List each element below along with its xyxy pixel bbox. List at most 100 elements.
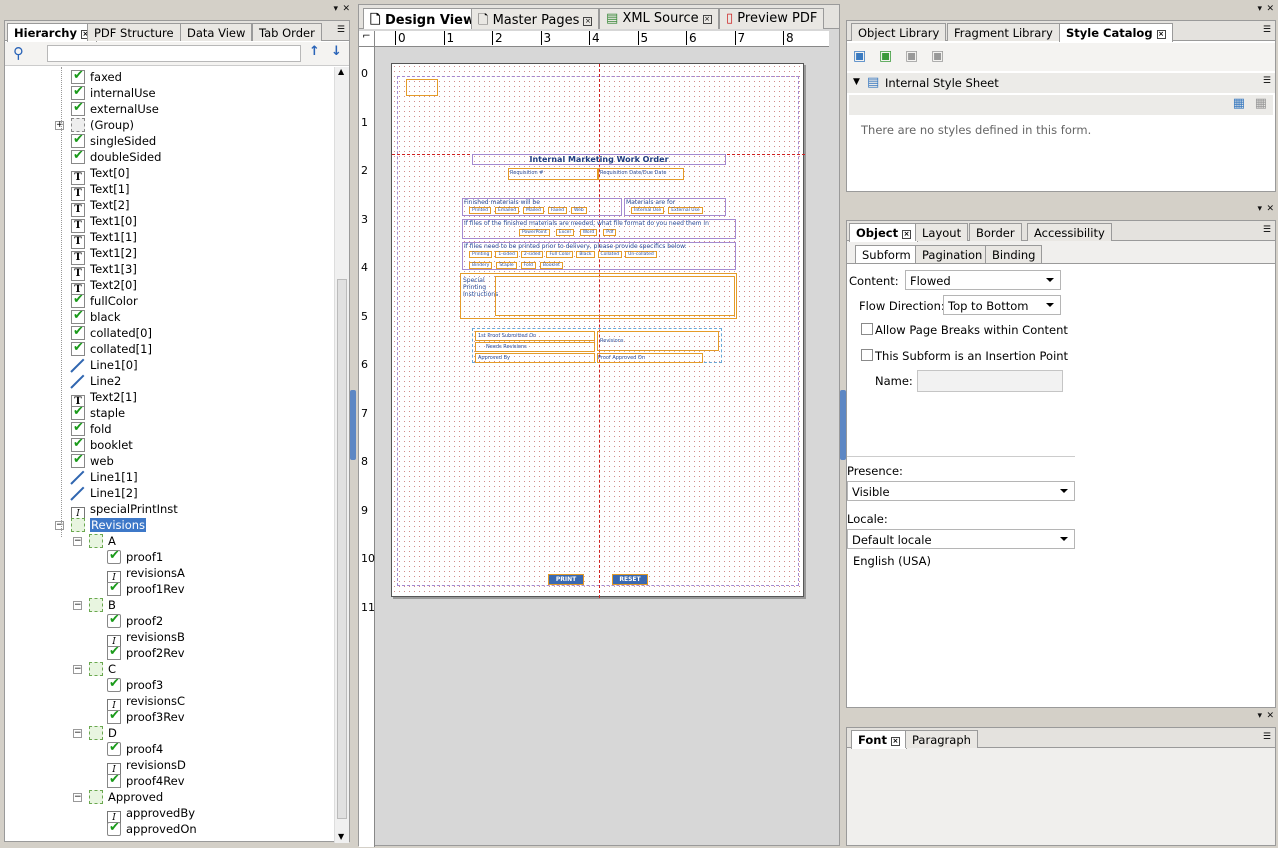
form-checkbox-option[interactable]: Faxed: [547, 207, 567, 214]
tree-item[interactable]: proof1: [107, 548, 163, 565]
tree-item[interactable]: T Text[0]: [71, 165, 130, 185]
logo-box[interactable]: [406, 79, 438, 96]
close-icon[interactable]: ×: [583, 17, 593, 26]
search-icon[interactable]: ⚲: [13, 44, 24, 62]
revisions-group[interactable]: 1st Proof Submitted On Needs Revisions R…: [472, 328, 722, 363]
tab-paragraph[interactable]: Paragraph: [905, 730, 978, 748]
tree-item[interactable]: T Text1[3]: [71, 261, 137, 281]
tab-data-view[interactable]: Data View: [180, 23, 253, 41]
tree-item[interactable]: Approved: [89, 789, 163, 805]
tab-tab-order[interactable]: Tab Order: [252, 23, 322, 41]
form-checkbox-option[interactable]: Internal Use: [631, 207, 665, 214]
tree-item[interactable]: staple: [71, 404, 125, 421]
special-instructions-group[interactable]: Special Printing Instructions: [460, 273, 737, 319]
tab-menu-icon[interactable]: ☰: [337, 25, 345, 35]
tree-item[interactable]: proof4Rev: [107, 772, 185, 789]
move-up-icon[interactable]: ↑: [309, 44, 320, 59]
tree-item[interactable]: externalUse: [71, 100, 159, 117]
collapse-toggle-icon[interactable]: −: [73, 537, 82, 546]
tab-layout[interactable]: Layout: [915, 223, 969, 241]
collapse-toggle-icon[interactable]: −: [73, 729, 82, 738]
tab-hierarchy[interactable]: Hierarchy ×: [7, 23, 97, 42]
collapse-toggle-icon[interactable]: −: [73, 665, 82, 674]
tab-menu-icon[interactable]: ☰: [1263, 732, 1271, 742]
form-checkbox-option[interactable]: PowerPoint: [519, 229, 550, 236]
close-icon[interactable]: ×: [1156, 30, 1166, 39]
tree-item[interactable]: B: [89, 597, 116, 613]
proof-approved-field[interactable]: Proof Approved On: [597, 353, 703, 363]
tree-item[interactable]: doubleSided: [71, 148, 161, 165]
tree-item[interactable]: IrevisionsA: [107, 565, 185, 585]
presence-dropdown[interactable]: Visible: [847, 481, 1075, 501]
tree-item[interactable]: Revisions: [71, 517, 147, 533]
form-checkbox-option[interactable]: Black: [576, 251, 595, 258]
stylesheet-header[interactable]: ▼ ▤ Internal Style Sheet ☰: [847, 73, 1275, 93]
flow-direction-dropdown[interactable]: Top to Bottom: [943, 295, 1061, 315]
collapse-toggle-icon[interactable]: +: [55, 121, 64, 130]
tree-item[interactable]: C: [89, 661, 116, 677]
add-stylesheet-icon[interactable]: ▣: [879, 48, 892, 64]
close-icon[interactable]: ×: [902, 230, 912, 239]
tree-item[interactable]: IrevisionsB: [107, 629, 185, 649]
form-checkbox-option[interactable]: Printing: [469, 251, 493, 258]
finished-group[interactable]: Finished materials will be Printed Emaile…: [462, 198, 622, 216]
approved-by-field[interactable]: Approved By: [475, 353, 595, 363]
print-group[interactable]: If files need to be printed prior to del…: [462, 242, 736, 270]
name-field[interactable]: [917, 370, 1063, 392]
form-checkbox-option[interactable]: 2-sided: [520, 251, 544, 258]
form-checkbox-option[interactable]: 1-sided: [495, 251, 518, 258]
new-style-icon[interactable]: ▦: [1233, 96, 1245, 111]
form-checkbox-option[interactable]: Fold: [520, 262, 536, 269]
import-icon[interactable]: ▣: [905, 48, 918, 64]
collapse-icon[interactable]: ▼: [853, 77, 860, 87]
delete-style-icon[interactable]: ▦: [1255, 96, 1267, 111]
tree-item[interactable]: proof1Rev: [107, 580, 185, 597]
special-instructions-field[interactable]: [495, 276, 735, 316]
tree-item[interactable]: IspecialPrintInst: [71, 501, 178, 521]
tab-object-library[interactable]: Object Library: [851, 23, 947, 41]
scroll-down-icon[interactable]: ▼: [338, 832, 344, 841]
tree-item[interactable]: proof3Rev: [107, 708, 185, 725]
tab-menu-icon[interactable]: ☰: [1263, 25, 1271, 35]
panel-menu-icon[interactable]: ▾: [333, 4, 338, 14]
form-checkbox-option[interactable]: Printed: [469, 207, 491, 214]
tab-pagination[interactable]: Pagination: [915, 245, 990, 263]
collapse-toggle-icon[interactable]: −: [55, 521, 64, 530]
files-group[interactable]: If files of the finished materials are n…: [462, 219, 736, 239]
tab-font[interactable]: Font ×: [851, 730, 907, 749]
form-checkbox-option[interactable]: Full Color: [546, 251, 574, 258]
tree-item[interactable]: Line2: [71, 373, 121, 389]
form-checkbox-option[interactable]: Collated: [597, 251, 623, 258]
revisions-field[interactable]: Revisions: [597, 331, 719, 351]
tree-item[interactable]: T Text1[1]: [71, 229, 137, 249]
close-icon[interactable]: ×: [702, 15, 712, 24]
tree-item[interactable]: IrevisionsD: [107, 757, 186, 777]
tree-item[interactable]: T Text[1]: [71, 181, 130, 201]
form-checkbox-option[interactable]: External Use: [668, 207, 703, 214]
tree-item[interactable]: black: [71, 308, 121, 325]
form-checkbox-option[interactable]: Pdf: [603, 229, 617, 236]
tree-item[interactable]: proof3: [107, 676, 163, 693]
form-checkbox-option[interactable]: Un-collated: [625, 251, 657, 258]
tree-item[interactable]: collated[0]: [71, 324, 152, 341]
tree-item[interactable]: proof2Rev: [107, 644, 185, 661]
tab-preview-pdf[interactable]: ▯ Preview PDF: [719, 8, 825, 29]
tab-accessibility[interactable]: Accessibility: [1027, 223, 1112, 241]
close-icon[interactable]: ×: [890, 737, 900, 746]
panel-close-icon[interactable]: ✕: [1266, 4, 1274, 14]
tree-item[interactable]: T Text[2]: [71, 197, 130, 217]
tree-item[interactable]: T Text2[1]: [71, 389, 137, 409]
collapse-toggle-icon[interactable]: −: [73, 793, 82, 802]
tab-master-pages[interactable]: 🗋 Master Pages ×: [471, 8, 600, 29]
tree-item[interactable]: D: [89, 725, 117, 741]
tree-item[interactable]: Line1[0]: [71, 357, 138, 373]
tab-style-catalog[interactable]: Style Catalog ×: [1059, 23, 1173, 42]
tree-item[interactable]: fullColor: [71, 292, 138, 309]
tree-item[interactable]: collated[1]: [71, 340, 152, 357]
needs-field[interactable]: Needs Revisions: [475, 342, 595, 352]
tree-item[interactable]: proof4: [107, 740, 163, 757]
tab-design-view[interactable]: 🗋 Design View: [363, 8, 482, 29]
panel-menu-icon[interactable]: ▾: [1257, 204, 1262, 214]
collapse-toggle-icon[interactable]: −: [73, 601, 82, 610]
form-checkbox-option[interactable]: Word: [579, 229, 598, 236]
